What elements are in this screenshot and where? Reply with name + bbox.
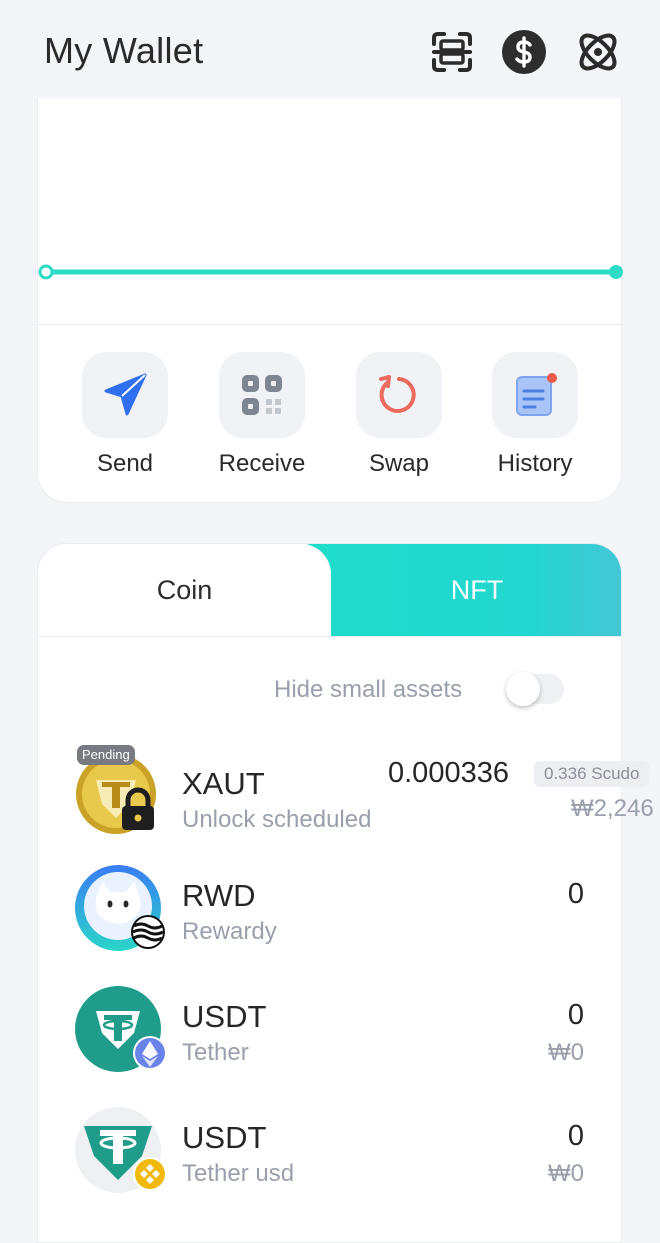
history-button[interactable]: History xyxy=(480,352,590,478)
history-icon-bubble[interactable] xyxy=(492,352,578,438)
asset-row[interactable]: USDT Tether 0 ₩0 xyxy=(0,985,660,1095)
qr-icon xyxy=(242,375,282,415)
asset-name: Tether usd xyxy=(182,1160,295,1187)
divider xyxy=(38,636,621,637)
swap-label: Swap xyxy=(368,450,430,477)
asset-name: Tether xyxy=(182,1039,249,1066)
asset-symbol: RWD xyxy=(182,878,256,913)
asset-quantity: 0 xyxy=(567,999,584,1031)
pending-badge: Pending xyxy=(77,745,135,765)
page-title: My Wallet xyxy=(44,30,204,71)
usdt-logo-icon xyxy=(75,1107,166,1193)
chart-end-point xyxy=(609,265,623,279)
header: My Wallet xyxy=(0,0,660,100)
asset-name: Rewardy xyxy=(182,918,277,945)
hide-small-assets-label: Hide small assets xyxy=(274,676,463,703)
history-icon xyxy=(516,373,557,416)
usdt-logo-icon xyxy=(75,986,166,1072)
tab-coin[interactable]: Coin xyxy=(38,544,331,636)
swap-icon-bubble[interactable] xyxy=(356,352,442,438)
balance-card: Send Receive Swap History xyxy=(37,98,623,503)
swap-icon xyxy=(379,375,416,413)
rwd-logo-icon xyxy=(75,865,165,951)
asset-symbol: USDT xyxy=(182,1120,267,1155)
swap-button[interactable]: Swap xyxy=(344,352,454,478)
send-button[interactable]: Send xyxy=(70,352,180,478)
scudo-badge: 0.336 Scudo xyxy=(534,761,650,787)
tab-nft[interactable]: NFT xyxy=(331,544,621,636)
asset-quantity: 0 xyxy=(567,1120,584,1152)
receive-icon-bubble[interactable] xyxy=(219,352,305,438)
dollar-icon[interactable] xyxy=(500,28,548,76)
balance-chart xyxy=(38,264,623,280)
send-label: Send xyxy=(96,450,154,477)
asset-name: Unlock scheduled xyxy=(182,806,372,833)
hide-small-assets-toggle[interactable] xyxy=(506,672,564,706)
asset-symbol: XAUT xyxy=(182,766,265,801)
asset-fiat-value: ₩2,246 xyxy=(571,795,654,822)
atom-icon[interactable] xyxy=(574,28,622,76)
asset-quantity: 0.000336 xyxy=(388,757,509,789)
asset-row[interactable]: RWD Rewardy 0 xyxy=(0,864,660,974)
chart-start-point xyxy=(38,264,54,280)
send-icon xyxy=(104,373,147,416)
toggle-knob[interactable] xyxy=(506,672,540,706)
asset-quantity: 0 xyxy=(567,878,584,910)
divider xyxy=(38,324,623,325)
asset-symbol: USDT xyxy=(182,999,267,1034)
history-label: History xyxy=(497,450,573,477)
xaut-logo-icon xyxy=(76,754,156,834)
receive-button[interactable]: Receive xyxy=(207,352,317,478)
asset-fiat-value: ₩0 xyxy=(548,1160,584,1187)
asset-fiat-value: ₩0 xyxy=(548,1039,584,1066)
send-icon-bubble[interactable] xyxy=(82,352,168,438)
receive-label: Receive xyxy=(218,450,306,477)
notification-dot xyxy=(547,373,557,383)
scan-icon[interactable] xyxy=(428,28,476,76)
